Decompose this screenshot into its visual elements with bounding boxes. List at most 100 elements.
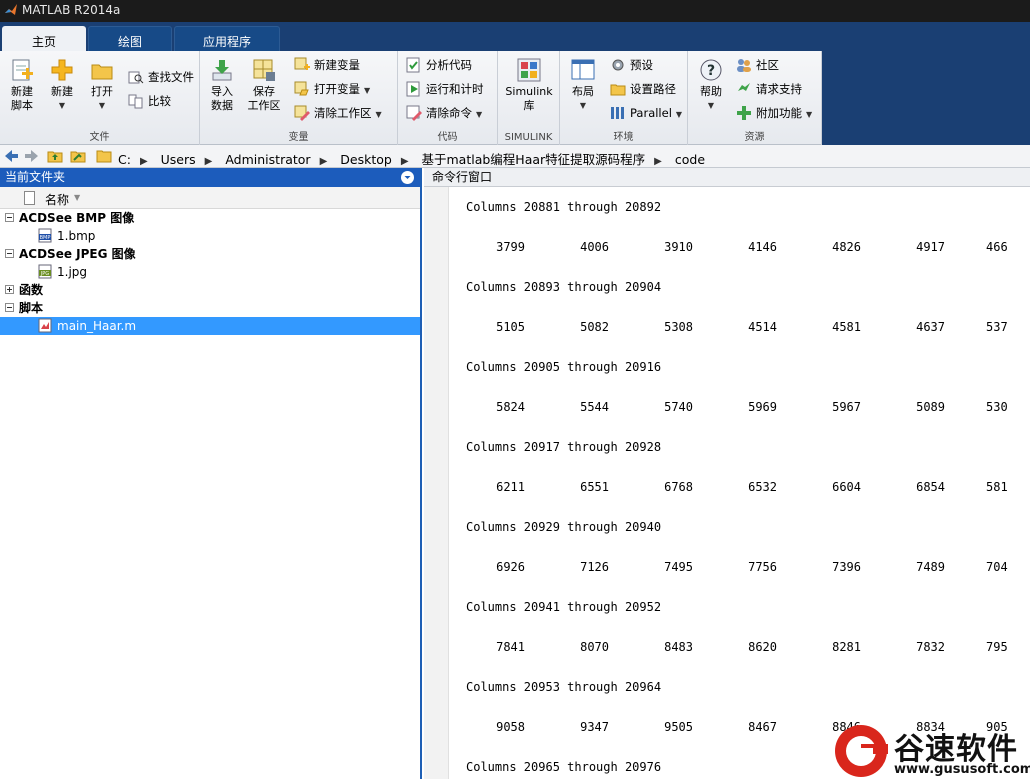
value-cell: 5082 [580, 320, 609, 334]
file-name: 1.bmp [57, 229, 96, 243]
parallel-button[interactable]: Parallel ▼ [610, 103, 682, 123]
addons-button[interactable]: 附加功能 ▼ [736, 103, 812, 123]
column-header-name[interactable]: 名称 ▼ [0, 187, 420, 209]
new-variable-button[interactable]: 新建变量 [294, 55, 360, 75]
ribbon-group-resources: ? 帮助 ▼ 社区 请求支持 附加功能 ▼ 资源 [688, 51, 822, 145]
breadcrumb-code[interactable]: code [675, 152, 705, 167]
breadcrumb-project[interactable]: 基于matlab编程Haar特征提取源码程序 [422, 152, 646, 167]
value-cell: 5105 [496, 320, 525, 334]
addons-label: 附加功能 [756, 106, 802, 120]
find-files-button[interactable]: 查找文件 [128, 67, 194, 87]
run-and-time-button[interactable]: 运行和计时 [406, 79, 484, 99]
new-script-icon [12, 59, 33, 81]
breadcrumb-desktop[interactable]: Desktop [340, 152, 392, 167]
breadcrumb-administrator[interactable]: Administrator [225, 152, 310, 167]
expand-toggle-icon[interactable] [5, 285, 14, 294]
addons-plus-icon [737, 106, 751, 120]
ribbon-group-environment: 布局 ▼ 预设 设置路径 Parallel ▼ 环境 [560, 51, 688, 145]
group-row-functions[interactable]: 函数 [0, 281, 420, 299]
preferences-button[interactable]: 预设 [610, 55, 653, 75]
parallel-icon [611, 107, 624, 119]
new-button[interactable]: 新建 ▼ [42, 57, 82, 113]
preferences-label: 预设 [630, 58, 653, 72]
open-button[interactable]: 打开 ▼ [82, 57, 122, 113]
values-row: 6926 7126 7495 7756 7396 7489 704 [466, 560, 1030, 576]
help-button[interactable]: ? 帮助 ▼ [691, 57, 731, 113]
open-variable-icon [294, 81, 309, 96]
command-window-output[interactable]: Columns 20881 through 20892 3799 4006 3910 4… [466, 187, 1030, 779]
value-cell: 8467 [748, 720, 777, 734]
open-folder-icon [91, 64, 113, 80]
community-button[interactable]: 社区 [736, 55, 779, 75]
value-cell: 7396 [832, 560, 861, 574]
group-row-jpeg[interactable]: ACDSee JPEG 图像 [0, 245, 420, 263]
up-folder-icon[interactable] [47, 148, 63, 164]
forward-icon[interactable] [24, 148, 40, 164]
collapse-toggle-icon[interactable] [5, 303, 14, 312]
compare-button[interactable]: 比较 [128, 91, 171, 111]
value-cell: 9347 [580, 720, 609, 734]
open-variable-button[interactable]: 打开变量 ▼ [294, 79, 370, 99]
matlab-logo-icon [5, 4, 17, 15]
clear-workspace-label: 清除工作区 [314, 106, 372, 120]
value-cell: 4146 [748, 240, 777, 254]
save-workspace-button[interactable]: 保存 工作区 [244, 57, 284, 113]
group-label: ACDSee JPEG 图像 [19, 247, 136, 261]
parallel-label: Parallel [630, 106, 672, 120]
ribbon-empty-area [822, 51, 1030, 145]
file-row-jpg[interactable]: JPG 1.jpg [0, 263, 420, 281]
layout-button[interactable]: 布局 ▼ [563, 57, 603, 113]
file-row-bmp[interactable]: BMP 1.bmp [0, 227, 420, 245]
layout-label: 布局 [572, 85, 594, 98]
clear-commands-label: 清除命令 [426, 106, 472, 120]
set-path-button[interactable]: 设置路径 [610, 79, 676, 99]
value-cell: 5969 [748, 400, 777, 414]
group-label-file: 文件 [89, 132, 110, 143]
svg-text:JPG: JPG [40, 271, 49, 277]
tab-apps[interactable]: 应用程序 [174, 26, 280, 51]
collapse-toggle-icon[interactable] [5, 249, 14, 258]
new-plus-icon [51, 59, 73, 81]
address-bar: C: ▶ Users ▶ Administrator ▶ Desktop ▶ 基于mat… [0, 145, 1030, 168]
group-row-bmp[interactable]: ACDSee BMP 图像 [0, 209, 420, 227]
back-icon[interactable] [3, 148, 19, 164]
value-cell: 8620 [748, 640, 777, 654]
folder-icon [96, 150, 112, 163]
browse-folder-icon[interactable] [70, 148, 86, 164]
open-label: 打开 [91, 85, 113, 98]
columns-header-line: Columns 20917 through 20928 [466, 440, 662, 454]
layout-dropdown-icon: ▼ [579, 101, 587, 110]
columns-header-line: Columns 20881 through 20892 [466, 200, 662, 214]
value-cell: 5308 [664, 320, 693, 334]
clear-commands-button[interactable]: 清除命令 ▼ [406, 103, 482, 123]
open-variable-label: 打开变量 [314, 82, 360, 96]
find-files-icon [128, 71, 144, 84]
group-label-code: 代码 [437, 132, 458, 143]
breadcrumb-users[interactable]: Users [161, 152, 196, 167]
clear-workspace-button[interactable]: 清除工作区 ▼ [294, 103, 382, 123]
value-cell: 3799 [496, 240, 525, 254]
value-cell: 6604 [832, 480, 861, 494]
new-label: 新建 [51, 85, 73, 98]
file-row-main-haar[interactable]: main_Haar.m [0, 317, 420, 335]
value-cell: 5740 [664, 400, 693, 414]
import-data-button[interactable]: 导入 数据 [202, 57, 242, 113]
tab-plots[interactable]: 绘图 [88, 26, 172, 51]
group-label: ACDSee BMP 图像 [19, 211, 135, 225]
simulink-library-button[interactable]: Simulink 库 [502, 57, 556, 113]
analyze-code-button[interactable]: 分析代码 [406, 55, 472, 75]
columns-header-line: Columns 20929 through 20940 [466, 520, 662, 534]
request-support-button[interactable]: 请求支持 [736, 79, 802, 99]
group-label: 脚本 [19, 301, 44, 315]
help-icon: ? [700, 59, 722, 81]
tab-home[interactable]: 主页 [2, 26, 86, 51]
gusu-logo-icon [835, 725, 888, 777]
panel-actions-icon[interactable] [401, 171, 414, 184]
collapse-toggle-icon[interactable] [5, 213, 14, 222]
group-row-scripts[interactable]: 脚本 [0, 299, 420, 317]
values-row: 5105 5082 5308 4514 4581 4637 537 [466, 320, 1030, 336]
ribbon-group-code: 分析代码 运行和计时 清除命令 ▼ 代码 [398, 51, 498, 145]
request-support-icon [738, 83, 750, 91]
breadcrumb-drive[interactable]: C: [118, 152, 131, 167]
new-script-button[interactable]: 新建 脚本 [2, 57, 42, 113]
